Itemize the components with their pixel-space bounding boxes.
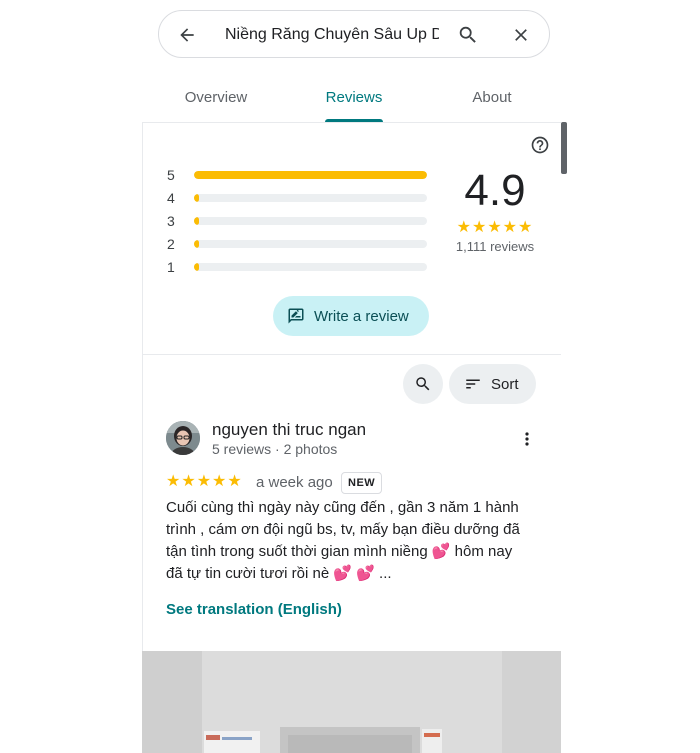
help-icon[interactable] bbox=[530, 135, 550, 155]
tab-reviews[interactable]: Reviews bbox=[325, 72, 383, 122]
rating-bar-fill bbox=[194, 171, 427, 179]
rating-row-label: 4 bbox=[167, 190, 175, 206]
search-icon bbox=[416, 377, 430, 391]
review-text-line: đã tự tin cười tươi rồi nè 💕 💕 ... bbox=[166, 565, 392, 582]
tab-bar: Overview Reviews About bbox=[142, 72, 561, 122]
rating-row-label: 2 bbox=[167, 236, 175, 252]
more-options-icon[interactable] bbox=[517, 428, 537, 450]
write-review-label: Write a review bbox=[314, 307, 409, 325]
new-badge: NEW bbox=[341, 472, 383, 494]
rating-bar-fill bbox=[194, 263, 199, 271]
rating-bar-track bbox=[194, 217, 427, 225]
back-arrow-icon[interactable] bbox=[175, 23, 199, 47]
rating-row-label: 5 bbox=[167, 167, 175, 183]
sort-button[interactable]: Sort bbox=[449, 364, 536, 404]
rating-row-5[interactable]: 5 bbox=[167, 166, 429, 184]
rating-row-4[interactable]: 4 bbox=[167, 189, 429, 207]
review-time: a week ago bbox=[256, 474, 333, 491]
rating-bar-fill bbox=[194, 194, 199, 202]
rating-row-1[interactable]: 1 bbox=[167, 258, 429, 276]
search-reviews-button[interactable] bbox=[403, 364, 443, 404]
sort-icon bbox=[464, 375, 482, 393]
scrollbar[interactable] bbox=[561, 122, 567, 174]
divider bbox=[142, 354, 561, 355]
tab-overview-label: Overview bbox=[184, 88, 248, 106]
sort-label: Sort bbox=[491, 375, 519, 393]
rating-bar-track bbox=[194, 263, 427, 271]
rating-bar-fill bbox=[194, 217, 199, 225]
rating-row-3[interactable]: 3 bbox=[167, 212, 429, 230]
rating-bar-track bbox=[194, 194, 427, 202]
tab-overview[interactable]: Overview bbox=[168, 72, 264, 122]
see-translation-link[interactable]: See translation (English) bbox=[166, 600, 342, 620]
close-icon[interactable] bbox=[509, 23, 533, 47]
rating-row-label: 3 bbox=[167, 213, 175, 229]
review-text-line: Cuối cùng thì ngày này cũng đến , gần 3 … bbox=[166, 499, 519, 516]
search-input[interactable]: Niềng Răng Chuyên Sâu Up De bbox=[225, 23, 439, 47]
rating-bar-track bbox=[194, 171, 427, 179]
rating-row-2[interactable]: 2 bbox=[167, 235, 429, 253]
review-text-line: trình , cám ơn đội ngũ bs, tv, mấy bạn đ… bbox=[166, 521, 520, 538]
search-icon[interactable] bbox=[456, 23, 480, 47]
reviewer-meta: 5 reviews · 2 photos bbox=[212, 441, 338, 457]
review-text-line: tận tình trong suốt thời gian mình niềng… bbox=[166, 543, 513, 560]
average-stars: ★★★★★ bbox=[456, 219, 534, 236]
reviewer-name[interactable]: nguyen thi truc ngan bbox=[212, 419, 366, 441]
review-photo[interactable] bbox=[142, 651, 561, 753]
review-text: Cuối cùng thì ngày này cũng đến , gần 3 … bbox=[166, 497, 534, 585]
tab-about[interactable]: About bbox=[457, 72, 527, 122]
search-bar: Niềng Răng Chuyên Sâu Up De bbox=[158, 10, 550, 58]
rating-bar-track bbox=[194, 240, 427, 248]
write-review-button[interactable]: Write a review bbox=[273, 296, 429, 336]
review-photo-image bbox=[142, 651, 561, 753]
tab-about-label: About bbox=[472, 88, 512, 106]
rating-row-label: 1 bbox=[167, 259, 175, 275]
rating-bar-fill bbox=[194, 240, 199, 248]
total-reviews-count[interactable]: 1,111 reviews bbox=[440, 239, 550, 254]
avatar[interactable] bbox=[166, 421, 200, 455]
rate-review-icon bbox=[287, 307, 305, 325]
review-stars: ★★★★★ bbox=[166, 473, 243, 490]
average-rating: 4.9 bbox=[464, 166, 526, 215]
tab-reviews-label: Reviews bbox=[325, 88, 383, 106]
